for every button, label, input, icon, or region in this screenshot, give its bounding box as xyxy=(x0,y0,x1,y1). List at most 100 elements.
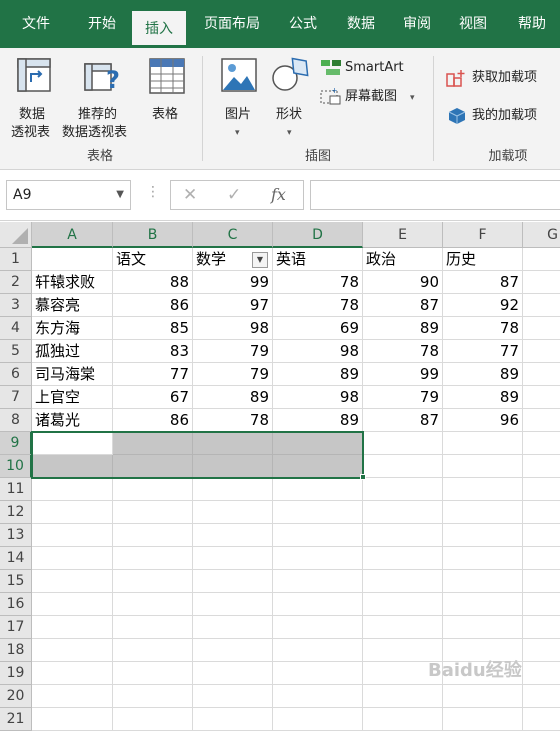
my-addins-button[interactable]: 我的加载项 xyxy=(446,106,554,128)
fill-handle[interactable] xyxy=(360,474,366,480)
row-header-16[interactable]: 16 xyxy=(0,593,32,616)
row-header-15[interactable]: 15 xyxy=(0,570,32,593)
cell-c14[interactable] xyxy=(193,547,273,570)
cell-a3[interactable]: 慕容亮 xyxy=(32,294,113,317)
cell-f14[interactable] xyxy=(443,547,523,570)
cell-d9[interactable] xyxy=(273,432,363,455)
cell-e9[interactable] xyxy=(363,432,443,455)
cell-e1[interactable]: 政治 xyxy=(363,248,443,271)
cell-a8[interactable]: 诸葛光 xyxy=(32,409,113,432)
cell-g7[interactable] xyxy=(523,386,560,409)
column-header-d[interactable]: D xyxy=(273,222,363,248)
cell-f3[interactable]: 92 xyxy=(443,294,523,317)
cell-g5[interactable] xyxy=(523,340,560,363)
cell-f13[interactable] xyxy=(443,524,523,547)
cell-a1[interactable] xyxy=(32,248,113,271)
cell-e20[interactable] xyxy=(363,685,443,708)
cell-d20[interactable] xyxy=(273,685,363,708)
cell-g15[interactable] xyxy=(523,570,560,593)
row-header-20[interactable]: 20 xyxy=(0,685,32,708)
row-header-9[interactable]: 9 xyxy=(0,432,32,455)
cell-b18[interactable] xyxy=(113,639,193,662)
cell-b20[interactable] xyxy=(113,685,193,708)
cell-a17[interactable] xyxy=(32,616,113,639)
cell-b11[interactable] xyxy=(113,478,193,501)
cell-a19[interactable] xyxy=(32,662,113,685)
cell-g18[interactable] xyxy=(523,639,560,662)
cell-g17[interactable] xyxy=(523,616,560,639)
column-header-f[interactable]: F xyxy=(443,222,523,248)
cell-g8[interactable] xyxy=(523,409,560,432)
cell-b16[interactable] xyxy=(113,593,193,616)
cell-f8[interactable]: 96 xyxy=(443,409,523,432)
cell-c20[interactable] xyxy=(193,685,273,708)
cell-c5[interactable]: 79 xyxy=(193,340,273,363)
cell-d16[interactable] xyxy=(273,593,363,616)
cell-c13[interactable] xyxy=(193,524,273,547)
cell-e17[interactable] xyxy=(363,616,443,639)
tab-file[interactable]: 文件 xyxy=(10,14,62,48)
recommended-pivot-button[interactable]: ? 推荐的 数据透视表 xyxy=(62,54,140,142)
row-header-14[interactable]: 14 xyxy=(0,547,32,570)
cell-c15[interactable] xyxy=(193,570,273,593)
cell-e14[interactable] xyxy=(363,547,443,570)
cell-d3[interactable]: 78 xyxy=(273,294,363,317)
cell-f9[interactable] xyxy=(443,432,523,455)
cell-d2[interactable]: 78 xyxy=(273,271,363,294)
cell-f10[interactable] xyxy=(443,455,523,478)
select-all-corner[interactable] xyxy=(0,222,32,248)
cell-g12[interactable] xyxy=(523,501,560,524)
cell-a12[interactable] xyxy=(32,501,113,524)
cell-e8[interactable]: 87 xyxy=(363,409,443,432)
cell-d19[interactable] xyxy=(273,662,363,685)
cell-f2[interactable]: 87 xyxy=(443,271,523,294)
cell-b7[interactable]: 67 xyxy=(113,386,193,409)
tab-formulas[interactable]: 公式 xyxy=(280,14,326,48)
cell-f20[interactable] xyxy=(443,685,523,708)
column-header-e[interactable]: E xyxy=(363,222,443,248)
cell-d14[interactable] xyxy=(273,547,363,570)
tab-help[interactable]: 帮助 xyxy=(506,14,558,48)
pivot-table-button[interactable]: 数据 透视表 xyxy=(8,54,62,142)
pictures-button[interactable]: 图片 ▾ xyxy=(216,54,262,142)
cell-g11[interactable] xyxy=(523,478,560,501)
cell-a13[interactable] xyxy=(32,524,113,547)
filter-dropdown-icon[interactable]: ▼ xyxy=(252,252,268,268)
row-header-18[interactable]: 18 xyxy=(0,639,32,662)
formula-bar-grip-icon[interactable]: ⋮ xyxy=(146,184,160,200)
cancel-icon[interactable]: ✕ xyxy=(183,185,197,205)
cell-b12[interactable] xyxy=(113,501,193,524)
cell-c8[interactable]: 78 xyxy=(193,409,273,432)
smartart-button[interactable]: SmartArt xyxy=(320,58,420,80)
cell-e12[interactable] xyxy=(363,501,443,524)
cell-d6[interactable]: 89 xyxy=(273,363,363,386)
row-header-2[interactable]: 2 xyxy=(0,271,32,294)
cell-e13[interactable] xyxy=(363,524,443,547)
row-header-8[interactable]: 8 xyxy=(0,409,32,432)
cell-b14[interactable] xyxy=(113,547,193,570)
cell-g10[interactable] xyxy=(523,455,560,478)
cell-a14[interactable] xyxy=(32,547,113,570)
cell-g9[interactable] xyxy=(523,432,560,455)
cell-d18[interactable] xyxy=(273,639,363,662)
cell-g13[interactable] xyxy=(523,524,560,547)
cell-c4[interactable]: 98 xyxy=(193,317,273,340)
cell-f12[interactable] xyxy=(443,501,523,524)
cell-c3[interactable]: 97 xyxy=(193,294,273,317)
cell-g20[interactable] xyxy=(523,685,560,708)
cell-b17[interactable] xyxy=(113,616,193,639)
cell-d7[interactable]: 98 xyxy=(273,386,363,409)
cell-c7[interactable]: 89 xyxy=(193,386,273,409)
row-header-12[interactable]: 12 xyxy=(0,501,32,524)
cell-b3[interactable]: 86 xyxy=(113,294,193,317)
cell-e15[interactable] xyxy=(363,570,443,593)
cell-g3[interactable] xyxy=(523,294,560,317)
cell-a9[interactable] xyxy=(32,432,113,455)
column-header-a[interactable]: A xyxy=(32,222,113,248)
cell-b5[interactable]: 83 xyxy=(113,340,193,363)
cell-d11[interactable] xyxy=(273,478,363,501)
insert-function-icon[interactable]: fx xyxy=(271,185,286,204)
screenshot-button[interactable]: + 屏幕截图 ▾ xyxy=(320,86,424,108)
cell-d1[interactable]: 英语 xyxy=(273,248,363,271)
cell-a11[interactable] xyxy=(32,478,113,501)
